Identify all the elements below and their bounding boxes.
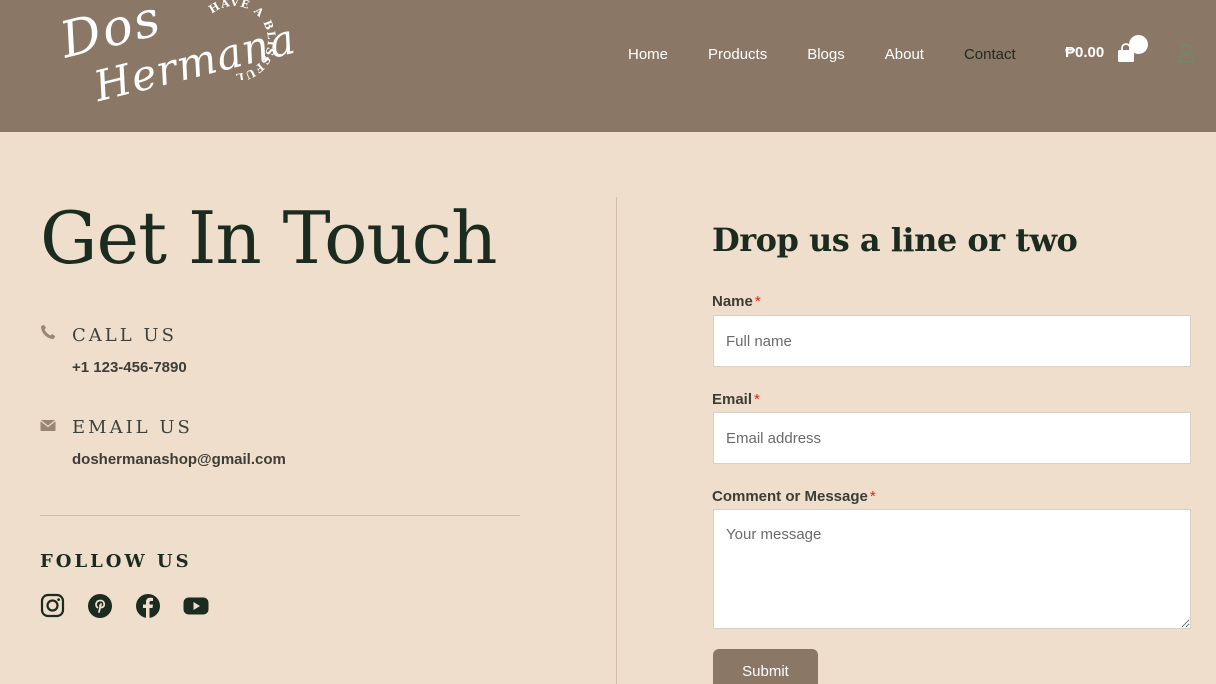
submit-button[interactable]: Submit bbox=[713, 649, 818, 684]
name-label: Name * bbox=[712, 293, 761, 310]
form-title: Drop us a line or two bbox=[712, 221, 1078, 259]
cart-total[interactable]: ₱0.00 bbox=[1065, 44, 1104, 61]
nav-contact[interactable]: Contact bbox=[964, 46, 1016, 63]
nav-about[interactable]: About bbox=[885, 46, 924, 63]
required-mark: * bbox=[754, 293, 761, 310]
email-heading: EMAIL US bbox=[72, 417, 193, 438]
envelope-icon bbox=[40, 420, 56, 431]
column-divider bbox=[616, 197, 617, 684]
name-label-text: Name bbox=[712, 293, 753, 310]
cart-count-badge bbox=[1129, 35, 1148, 54]
youtube-icon[interactable] bbox=[183, 593, 209, 619]
required-mark: * bbox=[869, 488, 876, 505]
nav-home[interactable]: Home bbox=[628, 46, 668, 63]
name-input[interactable] bbox=[713, 315, 1191, 367]
section-divider bbox=[40, 515, 520, 516]
message-label-text: Comment or Message bbox=[712, 488, 868, 505]
svg-text:HAVE A BLISSFUL DAY: HAVE A BLISSFUL DAY bbox=[204, 0, 278, 80]
facebook-icon[interactable] bbox=[135, 593, 161, 619]
message-label: Comment or Message * bbox=[712, 488, 876, 505]
page-title: Get In Touch bbox=[40, 196, 497, 280]
brand-logo[interactable]: Dos Hermana HAVE A BLISSFUL DAY bbox=[54, 0, 300, 124]
required-mark: * bbox=[754, 391, 760, 408]
instagram-icon[interactable] bbox=[40, 593, 66, 619]
email-label: Email * bbox=[712, 391, 760, 408]
nav-products[interactable]: Products bbox=[708, 46, 767, 63]
call-heading: CALL US bbox=[72, 325, 177, 346]
email-label-text: Email bbox=[712, 391, 753, 408]
email-address[interactable]: doshermanashop@gmail.com bbox=[72, 451, 286, 468]
site-header: Dos Hermana HAVE A BLISSFUL DAY Home Pro… bbox=[0, 0, 1216, 132]
logo-ring-text: HAVE A BLISSFUL DAY bbox=[204, 0, 278, 80]
email-input[interactable] bbox=[713, 412, 1191, 464]
message-textarea[interactable] bbox=[713, 509, 1191, 629]
phone-number[interactable]: +1 123-456-7890 bbox=[72, 359, 187, 376]
nav-blogs[interactable]: Blogs bbox=[807, 46, 845, 63]
user-icon[interactable] bbox=[1177, 43, 1195, 63]
main-nav: Home Products Blogs About Contact bbox=[628, 44, 1056, 64]
pinterest-icon[interactable] bbox=[87, 593, 113, 619]
phone-icon bbox=[41, 324, 56, 339]
follow-heading: FOLLOW US bbox=[40, 551, 192, 572]
